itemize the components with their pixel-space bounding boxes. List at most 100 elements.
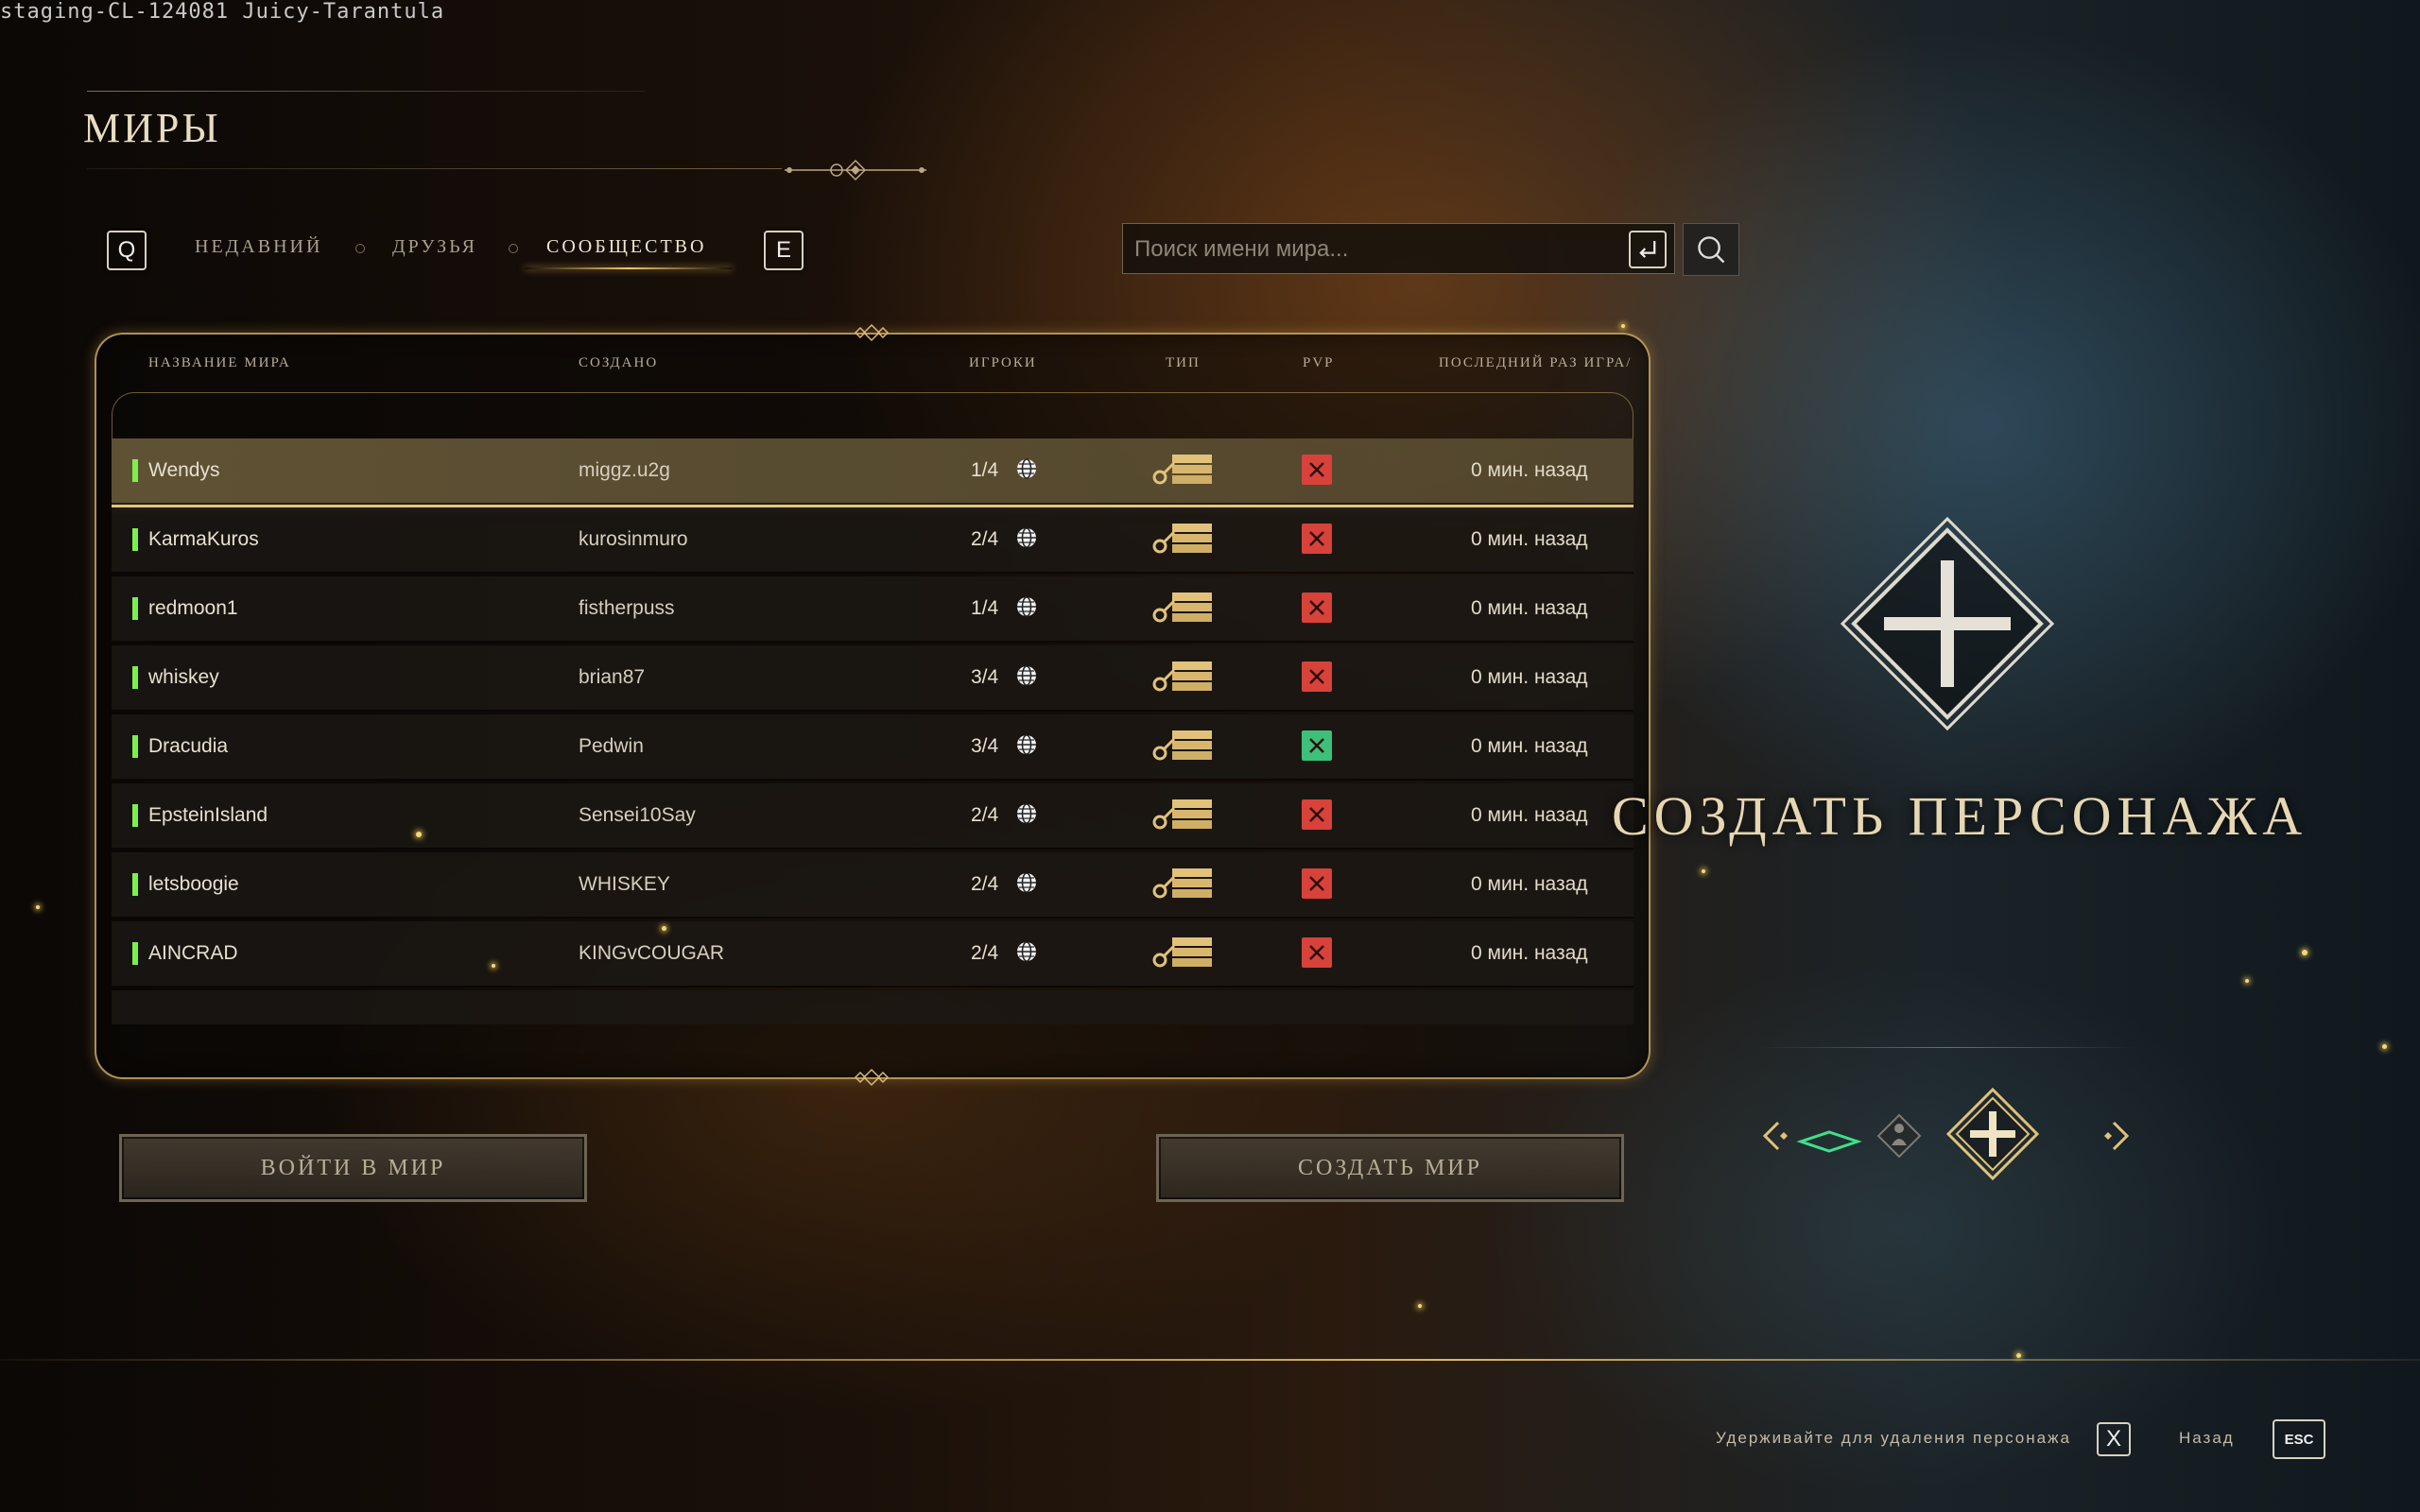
- world-owner: Pedwin: [579, 735, 644, 757]
- server-key-icon: [1152, 730, 1212, 761]
- back-key[interactable]: ESC: [2273, 1419, 2325, 1459]
- world-owner: fistherpuss: [579, 597, 675, 619]
- world-name: letsboogie: [148, 873, 239, 895]
- online-status-indicator: [132, 597, 138, 620]
- panel-ornament-icon: [854, 1068, 890, 1087]
- column-header-last-played[interactable]: ПОСЛЕДНИЙ РАЗ ИГРА/: [1439, 355, 1632, 371]
- ambient-spark: [416, 832, 422, 837]
- ambient-spark: [2245, 979, 2249, 983]
- pvp-cross-icon: [1302, 455, 1332, 485]
- globe-icon: [1017, 872, 1036, 893]
- title-divider-top: [87, 91, 645, 92]
- plus-diamond-icon[interactable]: [1839, 515, 2056, 732]
- world-name: EpsteinIsland: [148, 804, 268, 826]
- pvp-cross-icon: [1302, 868, 1332, 899]
- character-silhouette-icon[interactable]: [1876, 1113, 1922, 1159]
- world-name: whiskey: [148, 666, 219, 688]
- search-icon[interactable]: [1683, 223, 1739, 276]
- player-count: 1/4: [971, 459, 999, 481]
- tab-separator-dot: [355, 244, 365, 253]
- pvp-cross-icon: [1302, 593, 1332, 623]
- table-row[interactable]: redmoon1 fistherpuss 1/4 0 мин. назад: [112, 576, 1634, 643]
- last-played: 0 мин. назад: [1471, 459, 1588, 481]
- last-played: 0 мин. назад: [1471, 873, 1588, 895]
- world-owner: miggz.u2g: [579, 459, 670, 481]
- search-input[interactable]: [1132, 232, 1609, 267]
- table-row[interactable]: Wendys miggz.u2g 1/4 0 мин. назад: [112, 438, 1634, 507]
- tab-prev-key[interactable]: Q: [107, 231, 147, 270]
- table-row[interactable]: KarmaKuros kurosinmuro 2/4 0 мин. назад: [112, 507, 1634, 574]
- tab-next-key[interactable]: E: [764, 231, 804, 270]
- table-row[interactable]: Dracudia Pedwin 3/4 0 мин. назад: [112, 714, 1634, 781]
- panel-ornament-icon: [854, 323, 890, 342]
- plus-diamond-icon[interactable]: [1945, 1087, 2040, 1181]
- server-key-icon: [1152, 799, 1212, 830]
- column-header-type[interactable]: ТИП: [1166, 355, 1201, 371]
- enter-key-icon[interactable]: [1629, 231, 1667, 268]
- enter-world-button[interactable]: ВОЙТИ В МИР: [119, 1134, 587, 1202]
- ambient-spark: [2016, 1353, 2021, 1358]
- table-header-frame: [112, 392, 1634, 439]
- chevron-left-icon[interactable]: [1754, 1115, 1791, 1157]
- page-title: МИРЫ: [83, 105, 221, 151]
- ambient-spark: [1418, 1304, 1422, 1308]
- back-hint: Назад: [2179, 1429, 2235, 1447]
- tab-separator-dot: [509, 244, 518, 253]
- player-count: 2/4: [971, 804, 999, 826]
- ambient-spark: [492, 964, 495, 968]
- table-row[interactable]: AINCRAD KINGvCOUGAR 2/4 0 мин. назад: [112, 921, 1634, 988]
- globe-icon: [1017, 941, 1036, 962]
- online-status-indicator: [132, 804, 138, 827]
- online-status-indicator: [132, 735, 138, 758]
- ambient-spark: [2382, 1044, 2387, 1049]
- ambient-spark: [1621, 324, 1625, 328]
- title-ornament-icon: [785, 159, 926, 181]
- footer-divider: [0, 1359, 2420, 1361]
- pvp-cross-icon: [1302, 937, 1332, 968]
- delete-character-hint: Удерживайте для удаления персонажа: [1716, 1429, 2071, 1447]
- player-count: 1/4: [971, 597, 999, 619]
- server-key-icon: [1152, 662, 1212, 692]
- carousel-divider: [1758, 1047, 2136, 1048]
- tab-recent[interactable]: НЕДАВНИЙ: [195, 236, 322, 258]
- last-played: 0 мин. назад: [1471, 597, 1588, 619]
- ambient-spark: [662, 926, 666, 931]
- player-count: 2/4: [971, 873, 999, 895]
- tab-friends[interactable]: ДРУЗЬЯ: [392, 236, 477, 258]
- create-character-label[interactable]: СОЗДАТЬ ПЕРСОНАЖА: [1612, 784, 2308, 848]
- server-key-icon: [1152, 937, 1212, 968]
- column-header-created[interactable]: СОЗДАНО: [579, 355, 658, 371]
- column-header-pvp[interactable]: PVP: [1303, 355, 1335, 371]
- world-owner: KINGvCOUGAR: [579, 942, 725, 964]
- column-header-players[interactable]: ИГРОКИ: [969, 355, 1037, 371]
- pvp-cross-icon: [1302, 662, 1332, 692]
- server-key-icon: [1152, 593, 1212, 623]
- table-row[interactable]: whiskey brian87 3/4 0 мин. назад: [112, 645, 1634, 712]
- globe-icon: [1017, 665, 1036, 686]
- world-name: KarmaKuros: [148, 528, 259, 550]
- last-played: 0 мин. назад: [1471, 942, 1588, 964]
- delete-character-key[interactable]: X: [2097, 1422, 2131, 1456]
- character-slot-icon[interactable]: [1791, 1127, 1867, 1156]
- table-row[interactable]: EpsteinIsland Sensei10Say 2/4 0 мин. назад: [112, 783, 1634, 850]
- world-name: AINCRAD: [148, 942, 238, 964]
- title-divider-bottom: [87, 168, 782, 169]
- server-key-icon: [1152, 524, 1212, 554]
- table-row[interactable]: letsboogie WHISKEY 2/4 0 мин. назад: [112, 852, 1634, 919]
- search-box: [1122, 223, 1675, 274]
- last-played: 0 мин. назад: [1471, 666, 1588, 688]
- tab-community[interactable]: СООБЩЕСТВО: [546, 236, 706, 258]
- build-label: staging-CL-124081 Juicy-Tarantula: [0, 0, 445, 24]
- active-tab-underline: [525, 267, 733, 269]
- globe-icon: [1017, 527, 1036, 548]
- world-name: redmoon1: [148, 597, 238, 619]
- pvp-cross-icon: [1302, 799, 1332, 830]
- server-key-icon: [1152, 455, 1212, 485]
- create-world-button[interactable]: СОЗДАТЬ МИР: [1156, 1134, 1624, 1202]
- chevron-right-icon[interactable]: [2100, 1115, 2138, 1157]
- column-header-name[interactable]: НАЗВАНИЕ МИРА: [148, 355, 291, 371]
- server-key-icon: [1152, 868, 1212, 899]
- world-name: Dracudia: [148, 735, 229, 757]
- table-row-partial[interactable]: [112, 990, 1634, 1024]
- pvp-cross-icon: [1302, 524, 1332, 554]
